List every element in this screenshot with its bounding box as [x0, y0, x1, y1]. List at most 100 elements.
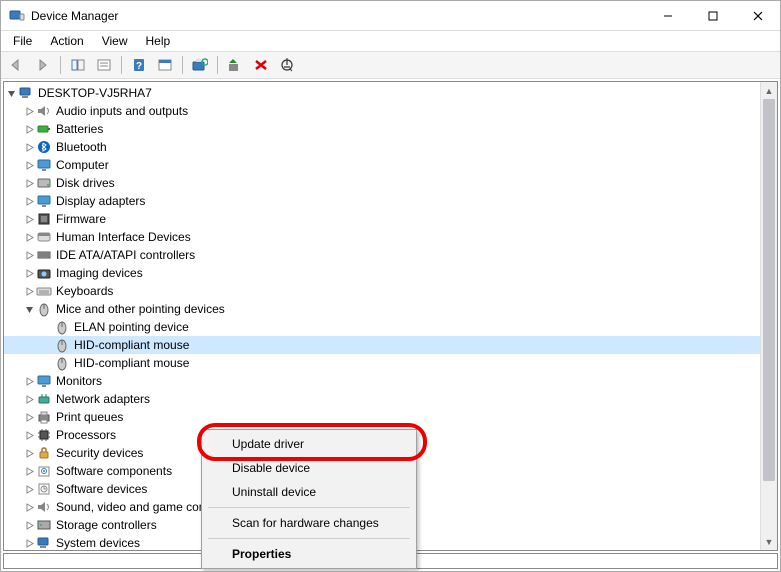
ctx-scan-hardware[interactable]: Scan for hardware changes [204, 511, 414, 535]
chevron-right-icon[interactable] [22, 428, 36, 442]
chevron-right-icon[interactable] [22, 140, 36, 154]
update-driver-button[interactable] [223, 54, 247, 76]
tree-category[interactable]: Display adapters [4, 192, 777, 210]
tree-item-label: Computer [56, 158, 109, 172]
tree-category[interactable]: Bluetooth [4, 138, 777, 156]
chevron-right-icon[interactable] [22, 266, 36, 280]
close-button[interactable] [735, 1, 780, 30]
ctx-properties[interactable]: Properties [204, 542, 414, 566]
chevron-right-icon[interactable] [22, 374, 36, 388]
tree-item-label: Mice and other pointing devices [56, 302, 225, 316]
tree-category[interactable]: Computer [4, 156, 777, 174]
main-area: DESKTOP-VJ5RHA7 Audio inputs and outputs B… [1, 79, 780, 571]
tree-category[interactable]: Network adapters [4, 390, 777, 408]
menu-action[interactable]: Action [42, 32, 91, 50]
vertical-scrollbar[interactable]: ▲ ▼ [760, 82, 777, 550]
forward-button[interactable] [31, 54, 55, 76]
minimize-button[interactable] [645, 1, 690, 30]
tree-category[interactable]: Human Interface Devices [4, 228, 777, 246]
chevron-right-icon[interactable] [22, 536, 36, 550]
chevron-down-icon[interactable] [22, 302, 36, 316]
action-button[interactable] [153, 54, 177, 76]
tree-category[interactable]: Keyboards [4, 282, 777, 300]
chevron-none [40, 356, 54, 370]
cpu-icon [36, 427, 52, 443]
toolbar-separator [182, 56, 183, 74]
audio-icon [36, 499, 52, 515]
tree-category[interactable]: Monitors [4, 372, 777, 390]
tree-category[interactable]: Audio inputs and outputs [4, 102, 777, 120]
scroll-down-arrow[interactable]: ▼ [761, 533, 777, 550]
tree-category[interactable]: Batteries [4, 120, 777, 138]
tree-item-label: Firmware [56, 212, 106, 226]
context-menu: Update driver Disable device Uninstall d… [201, 429, 417, 569]
svg-text:?: ? [136, 61, 142, 72]
ctx-update-driver[interactable]: Update driver [204, 432, 414, 456]
tree-category[interactable]: IDE ATA/ATAPI controllers [4, 246, 777, 264]
scan-hardware-button[interactable] [188, 54, 212, 76]
tree-item-label: Storage controllers [56, 518, 157, 532]
tree-device[interactable]: ELAN pointing device [4, 318, 777, 336]
hid-icon [36, 229, 52, 245]
ctx-disable-device[interactable]: Disable device [204, 456, 414, 480]
chevron-right-icon[interactable] [22, 410, 36, 424]
tree-item-label: HID-compliant mouse [74, 356, 189, 370]
menu-view[interactable]: View [94, 32, 136, 50]
tree-item-label: Audio inputs and outputs [56, 104, 188, 118]
maximize-button[interactable] [690, 1, 735, 30]
ctx-separator [208, 538, 410, 539]
chevron-right-icon[interactable] [22, 500, 36, 514]
chevron-down-icon[interactable] [4, 86, 18, 100]
chevron-right-icon[interactable] [22, 446, 36, 460]
ctx-uninstall-device[interactable]: Uninstall device [204, 480, 414, 504]
mouse-icon [54, 319, 70, 335]
tree-device[interactable]: HID-compliant mouse [4, 336, 777, 354]
scroll-up-arrow[interactable]: ▲ [761, 82, 777, 99]
tree-item-label: Monitors [56, 374, 102, 388]
chevron-right-icon[interactable] [22, 230, 36, 244]
tree-item-label: Display adapters [56, 194, 145, 208]
help-button[interactable]: ? [127, 54, 151, 76]
chevron-right-icon[interactable] [22, 392, 36, 406]
tree-category[interactable]: Disk drives [4, 174, 777, 192]
tree-category[interactable]: Imaging devices [4, 264, 777, 282]
menu-file[interactable]: File [5, 32, 40, 50]
tree-item-label: Keyboards [56, 284, 113, 298]
chevron-right-icon[interactable] [22, 158, 36, 172]
back-button[interactable] [5, 54, 29, 76]
chevron-right-icon[interactable] [22, 482, 36, 496]
device-manager-window: Device Manager File Action View Help [0, 0, 781, 572]
chevron-right-icon[interactable] [22, 284, 36, 298]
tree-category[interactable]: Firmware [4, 210, 777, 228]
tree-root[interactable]: DESKTOP-VJ5RHA7 [4, 84, 777, 102]
show-hide-tree-button[interactable] [66, 54, 90, 76]
monitor-icon [36, 157, 52, 173]
chevron-none [40, 320, 54, 334]
disable-button[interactable] [275, 54, 299, 76]
firmware-icon [36, 211, 52, 227]
chevron-right-icon[interactable] [22, 518, 36, 532]
tree-item-label: HID-compliant mouse [74, 338, 189, 352]
battery-icon [36, 121, 52, 137]
tree-category[interactable]: Mice and other pointing devices [4, 300, 777, 318]
chevron-right-icon[interactable] [22, 194, 36, 208]
window-controls [645, 1, 780, 30]
tree-device[interactable]: HID-compliant mouse [4, 354, 777, 372]
uninstall-button[interactable] [249, 54, 273, 76]
scroll-thumb[interactable] [763, 99, 775, 481]
chevron-right-icon[interactable] [22, 212, 36, 226]
properties-button[interactable] [92, 54, 116, 76]
ctx-separator [208, 507, 410, 508]
menu-help[interactable]: Help [138, 32, 179, 50]
chevron-right-icon[interactable] [22, 122, 36, 136]
keyboard-icon [36, 283, 52, 299]
chevron-right-icon[interactable] [22, 464, 36, 478]
chevron-right-icon[interactable] [22, 176, 36, 190]
chevron-right-icon[interactable] [22, 104, 36, 118]
tree-category[interactable]: Print queues [4, 408, 777, 426]
chevron-right-icon[interactable] [22, 248, 36, 262]
computer-icon [18, 85, 34, 101]
tree-item-label: DESKTOP-VJ5RHA7 [38, 86, 152, 100]
ide-icon [36, 247, 52, 263]
system-icon [36, 535, 52, 551]
